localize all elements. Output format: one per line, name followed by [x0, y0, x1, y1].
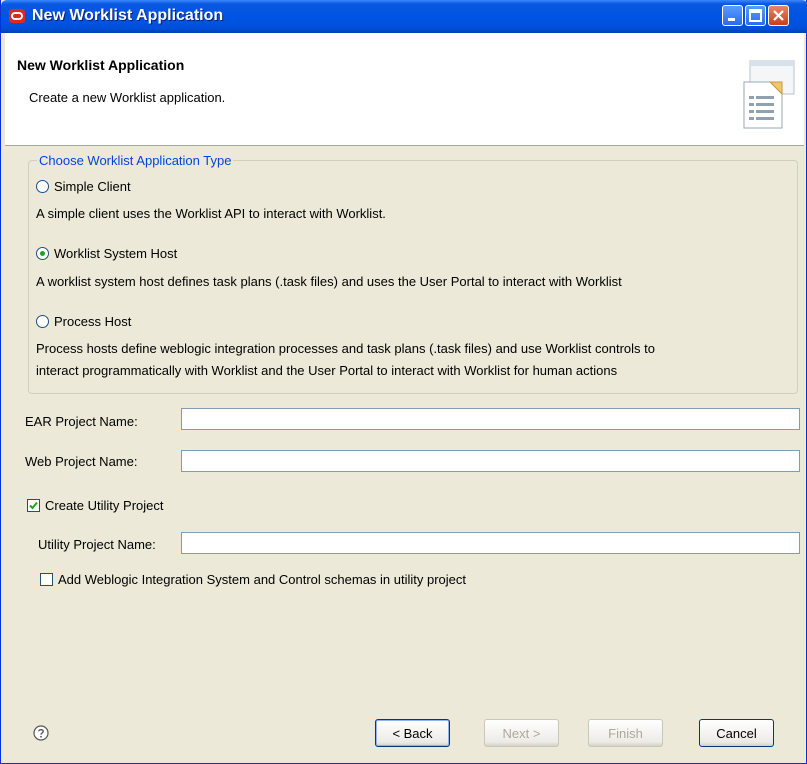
app-type-legend: Choose Worklist Application Type	[37, 153, 234, 168]
wizard-window: New Worklist Application New Worklist Ap…	[0, 0, 807, 764]
radio-button[interactable]	[36, 315, 49, 328]
create-utility-label: Create Utility Project	[45, 498, 164, 513]
checkbox-unchecked[interactable]	[40, 573, 53, 586]
wizard-document-icon	[743, 60, 795, 129]
wizard-content: Choose Worklist Application Type Simple …	[5, 146, 804, 760]
create-utility-checkbox[interactable]: Create Utility Project	[27, 498, 163, 513]
option-label: Process Host	[54, 314, 132, 329]
minimize-icon	[728, 18, 735, 21]
title-bar[interactable]: New Worklist Application	[1, 0, 807, 33]
process-host-description-line2: interact programmatically with Worklist …	[36, 363, 618, 378]
utility-project-label: Utility Project Name:	[38, 537, 156, 552]
simple-client-description: A simple client uses the Worklist API to…	[36, 206, 386, 221]
option-label: Worklist System Host	[54, 246, 178, 261]
close-button[interactable]	[768, 5, 789, 26]
ear-project-input[interactable]	[181, 408, 800, 430]
wizard-header: New Worklist Application Create a new Wo…	[5, 33, 804, 146]
option-label: Simple Client	[54, 179, 131, 194]
worklist-system-host-description: A worklist system host defines task plan…	[36, 274, 622, 289]
radio-button-selected[interactable]	[36, 247, 49, 260]
radio-simple-client[interactable]: Simple Client	[36, 179, 131, 194]
back-button[interactable]: < Back	[375, 719, 450, 747]
next-button[interactable]: Next >	[484, 719, 559, 747]
close-icon	[773, 10, 784, 21]
utility-project-input[interactable]	[181, 532, 800, 554]
add-schemas-label: Add Weblogic Integration System and Cont…	[58, 572, 467, 587]
ear-project-label: EAR Project Name:	[25, 414, 138, 429]
add-schemas-checkbox[interactable]: Add Weblogic Integration System and Cont…	[40, 572, 466, 587]
web-project-input[interactable]	[181, 450, 800, 472]
minimize-button[interactable]	[722, 5, 743, 26]
finish-button[interactable]: Finish	[588, 719, 663, 747]
checkbox-checked[interactable]	[27, 499, 40, 512]
page-description: Create a new Worklist application.	[29, 90, 226, 105]
page-title: New Worklist Application	[17, 57, 185, 73]
checkmark-icon	[29, 501, 38, 510]
web-project-label: Web Project Name:	[25, 454, 138, 469]
maximize-button[interactable]	[745, 5, 766, 26]
window-title: New Worklist Application	[32, 7, 224, 24]
maximize-icon	[749, 9, 762, 22]
radio-worklist-system-host[interactable]: Worklist System Host	[36, 246, 177, 261]
help-icon[interactable]	[33, 725, 49, 741]
cancel-button[interactable]: Cancel	[699, 719, 774, 747]
radio-process-host[interactable]: Process Host	[36, 314, 131, 329]
radio-button[interactable]	[36, 180, 49, 193]
oracle-logo-icon	[9, 9, 25, 23]
process-host-description-line1: Process hosts define weblogic integratio…	[36, 341, 656, 356]
